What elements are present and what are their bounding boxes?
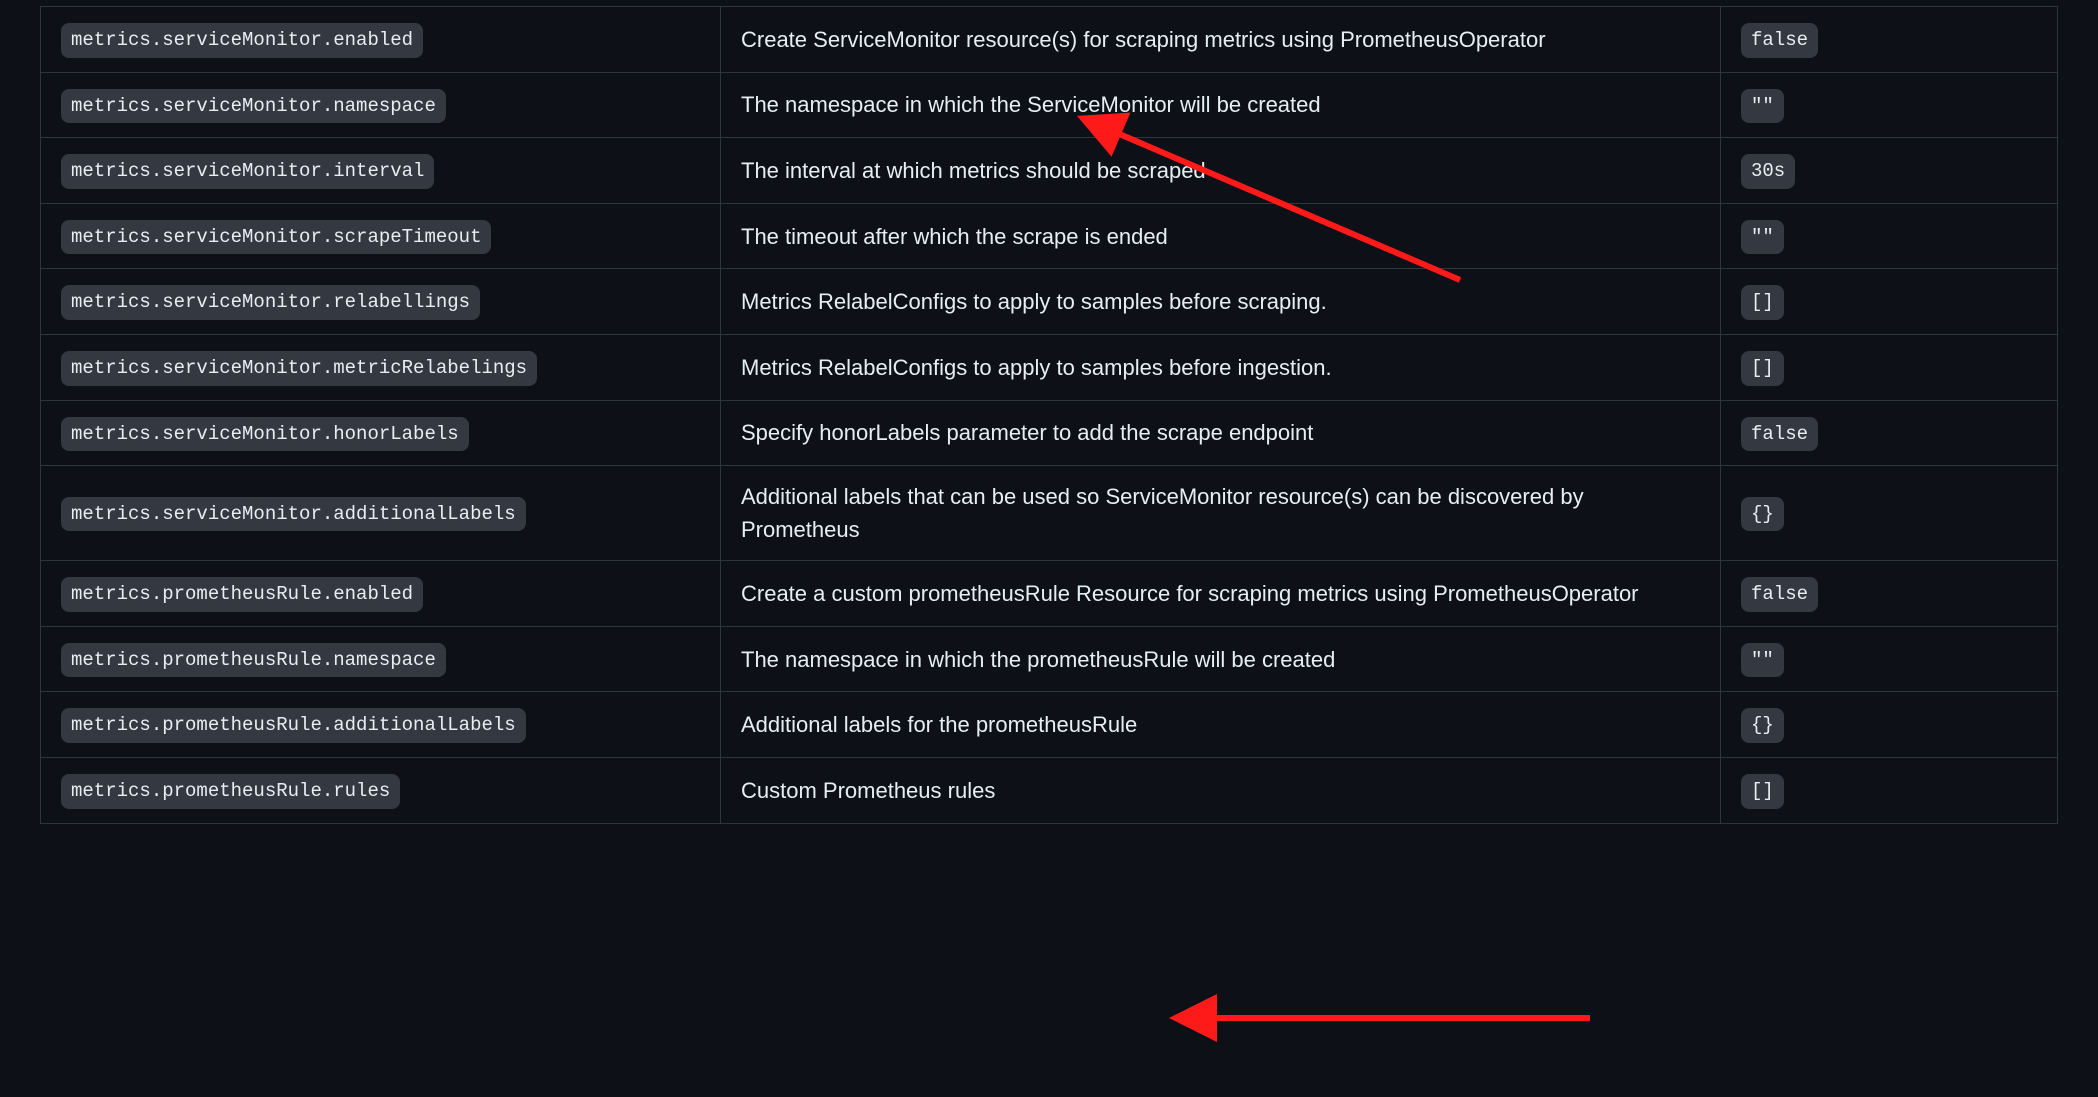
desc-cell: The timeout after which the scrape is en… (721, 203, 1721, 269)
value-cell: false (1721, 400, 2058, 466)
table-row: metrics.serviceMonitor.relabellings Metri… (41, 269, 2058, 335)
value-cell: "" (1721, 626, 2058, 692)
value-code: false (1741, 577, 1818, 612)
param-cell: metrics.serviceMonitor.additionalLabels (41, 466, 721, 561)
value-code: "" (1741, 89, 1784, 124)
desc-cell: Specify honorLabels parameter to add the… (721, 400, 1721, 466)
table-row: metrics.prometheusRule.namespace The name… (41, 626, 2058, 692)
value-cell: {} (1721, 692, 2058, 758)
table-row: metrics.serviceMonitor.scrapeTimeout The … (41, 203, 2058, 269)
param-code: metrics.serviceMonitor.interval (61, 154, 434, 189)
value-cell: [] (1721, 269, 2058, 335)
param-code: metrics.serviceMonitor.metricRelabelings (61, 351, 537, 386)
page: metrics.serviceMonitor.enabled Create Ser… (0, 0, 2098, 1097)
param-code: metrics.prometheusRule.additionalLabels (61, 708, 526, 743)
value-cell: "" (1721, 203, 2058, 269)
param-code: metrics.prometheusRule.rules (61, 774, 400, 809)
value-code: [] (1741, 351, 1784, 386)
param-cell: metrics.prometheusRule.enabled (41, 561, 721, 627)
value-code: [] (1741, 774, 1784, 809)
desc-cell: Create a custom prometheusRule Resource … (721, 561, 1721, 627)
param-code: metrics.serviceMonitor.honorLabels (61, 417, 469, 452)
value-code: false (1741, 23, 1818, 58)
param-code: metrics.serviceMonitor.additionalLabels (61, 497, 526, 532)
desc-cell: The namespace in which the prometheusRul… (721, 626, 1721, 692)
param-cell: metrics.serviceMonitor.honorLabels (41, 400, 721, 466)
value-cell: 30s (1721, 138, 2058, 204)
value-cell: false (1721, 561, 2058, 627)
param-code: metrics.prometheusRule.enabled (61, 577, 423, 612)
param-cell: metrics.serviceMonitor.metricRelabelings (41, 334, 721, 400)
value-cell: {} (1721, 466, 2058, 561)
desc-cell: Create ServiceMonitor resource(s) for sc… (721, 7, 1721, 73)
desc-cell: Metrics RelabelConfigs to apply to sampl… (721, 269, 1721, 335)
param-cell: metrics.prometheusRule.rules (41, 757, 721, 823)
table-row: metrics.serviceMonitor.metricRelabelings… (41, 334, 2058, 400)
param-cell: metrics.serviceMonitor.scrapeTimeout (41, 203, 721, 269)
param-code: metrics.serviceMonitor.scrapeTimeout (61, 220, 491, 255)
table-row: metrics.serviceMonitor.enabled Create Ser… (41, 7, 2058, 73)
param-cell: metrics.serviceMonitor.namespace (41, 72, 721, 138)
value-code: "" (1741, 643, 1784, 678)
param-cell: metrics.serviceMonitor.interval (41, 138, 721, 204)
table-row: metrics.prometheusRule.additionalLabels A… (41, 692, 2058, 758)
table-row: metrics.prometheusRule.rules Custom Prome… (41, 757, 2058, 823)
parameters-table: metrics.serviceMonitor.enabled Create Ser… (40, 6, 2058, 824)
value-cell: "" (1721, 72, 2058, 138)
value-code: false (1741, 417, 1818, 452)
value-cell: [] (1721, 757, 2058, 823)
parameters-tbody: metrics.serviceMonitor.enabled Create Ser… (41, 7, 2058, 824)
value-code: [] (1741, 285, 1784, 320)
param-cell: metrics.prometheusRule.namespace (41, 626, 721, 692)
table-row: metrics.serviceMonitor.interval The inter… (41, 138, 2058, 204)
table-row: metrics.serviceMonitor.additionalLabels A… (41, 466, 2058, 561)
desc-cell: Additional labels that can be used so Se… (721, 466, 1721, 561)
desc-cell: The interval at which metrics should be … (721, 138, 1721, 204)
value-code: {} (1741, 497, 1784, 532)
param-cell: metrics.serviceMonitor.enabled (41, 7, 721, 73)
param-code: metrics.serviceMonitor.namespace (61, 89, 446, 124)
param-code: metrics.prometheusRule.namespace (61, 643, 446, 678)
desc-cell: Additional labels for the prometheusRule (721, 692, 1721, 758)
table-row: metrics.serviceMonitor.honorLabels Specif… (41, 400, 2058, 466)
value-cell: [] (1721, 334, 2058, 400)
table-row: metrics.serviceMonitor.namespace The name… (41, 72, 2058, 138)
param-code: metrics.serviceMonitor.enabled (61, 23, 423, 58)
value-code: 30s (1741, 154, 1795, 189)
desc-cell: The namespace in which the ServiceMonito… (721, 72, 1721, 138)
param-code: metrics.serviceMonitor.relabellings (61, 285, 480, 320)
table-row: metrics.prometheusRule.enabled Create a c… (41, 561, 2058, 627)
param-cell: metrics.prometheusRule.additionalLabels (41, 692, 721, 758)
value-code: {} (1741, 708, 1784, 743)
value-code: "" (1741, 220, 1784, 255)
param-cell: metrics.serviceMonitor.relabellings (41, 269, 721, 335)
value-cell: false (1721, 7, 2058, 73)
desc-cell: Custom Prometheus rules (721, 757, 1721, 823)
desc-cell: Metrics RelabelConfigs to apply to sampl… (721, 334, 1721, 400)
